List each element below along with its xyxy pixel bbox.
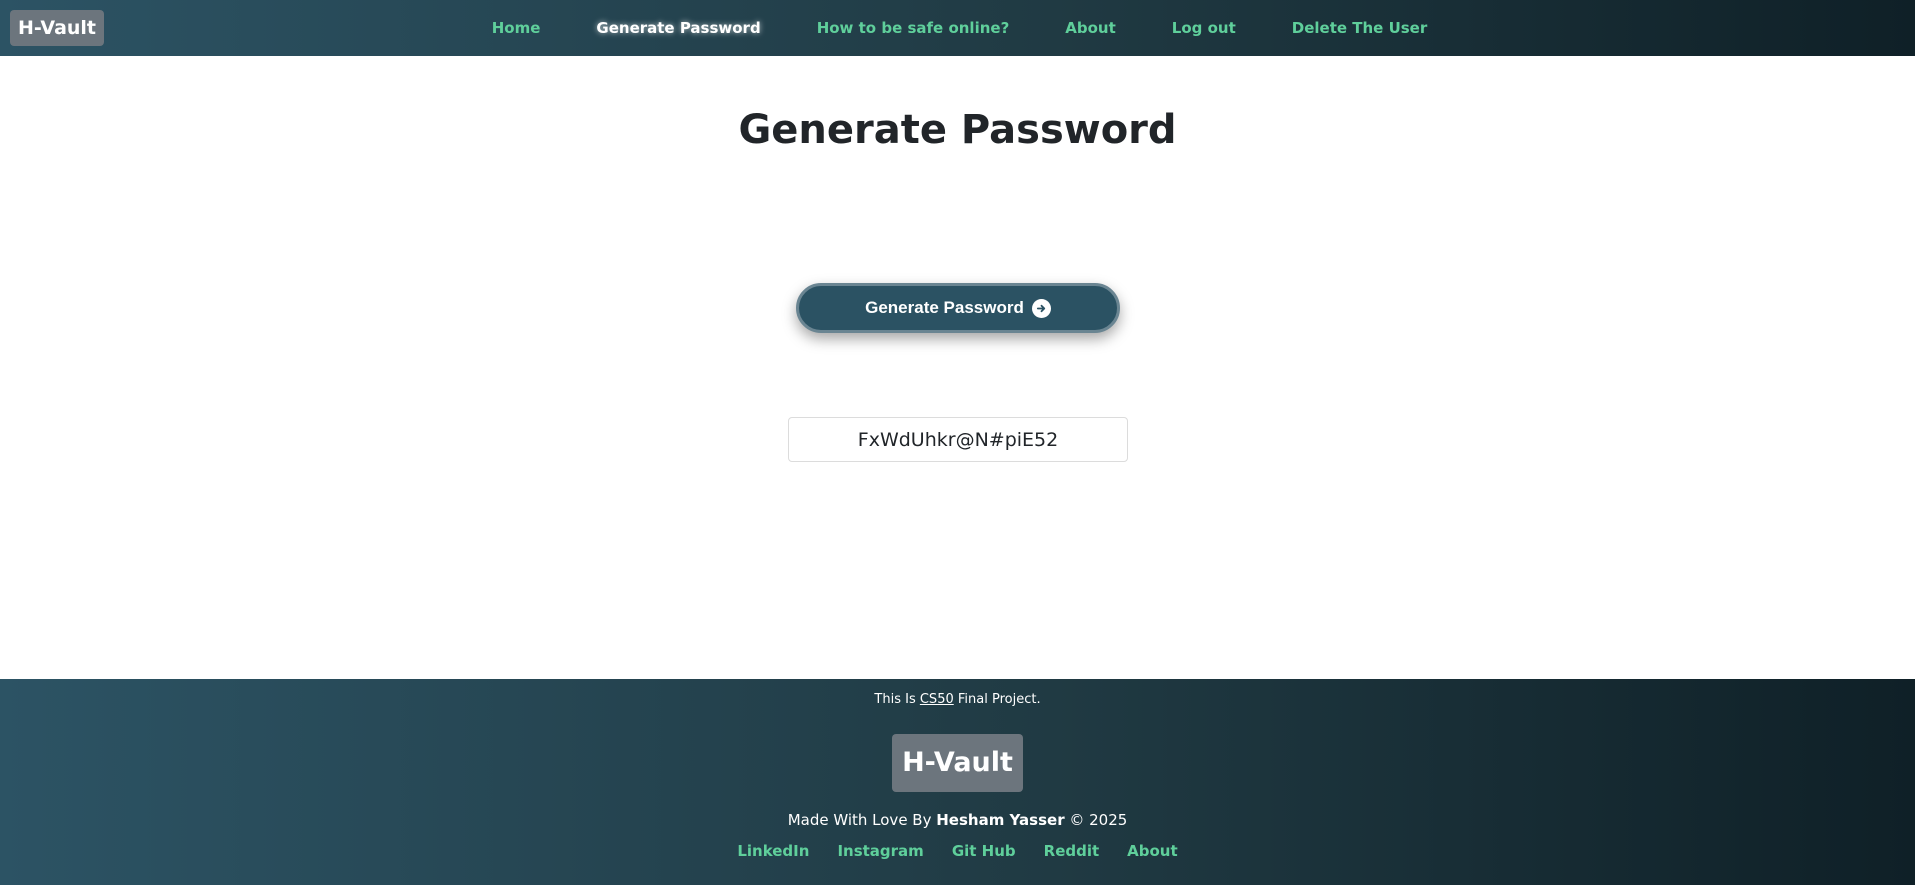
footer-credit-suffix: © 2025	[1064, 811, 1128, 829]
footer: This Is CS50 Final Project. H-Vault Made…	[0, 679, 1915, 885]
top-navbar: H-Vault Home Generate Password How to be…	[0, 0, 1915, 56]
footer-credit-name: Hesham Yasser	[936, 811, 1065, 829]
footer-link-instagram[interactable]: Instagram	[837, 842, 923, 860]
nav-item-home[interactable]: Home	[492, 19, 541, 37]
cs50-link[interactable]: CS50	[920, 692, 954, 707]
footer-credit-prefix: Made With Love By	[787, 811, 937, 829]
footer-note: This Is CS50 Final Project.	[0, 690, 1915, 710]
nav-item-about[interactable]: About	[1065, 19, 1116, 37]
nav-item-generate-password[interactable]: Generate Password	[596, 19, 760, 37]
nav-item-delete-user[interactable]: Delete The User	[1292, 19, 1428, 37]
generate-password-button[interactable]: Generate Password	[796, 283, 1120, 333]
footer-note-suffix: Final Project.	[953, 692, 1041, 707]
footer-note-prefix: This Is	[874, 692, 920, 707]
footer-link-reddit[interactable]: Reddit	[1044, 842, 1100, 860]
nav-links: Home Generate Password How to be safe on…	[0, 0, 1915, 56]
footer-credit: Made With Love By Hesham Yasser © 2025	[0, 809, 1915, 831]
page-title: Generate Password	[738, 107, 1177, 153]
footer-links: LinkedIn Instagram Git Hub Reddit About	[0, 842, 1915, 860]
nav-item-safe-online[interactable]: How to be safe online?	[817, 19, 1010, 37]
arrow-right-circle-icon	[1031, 298, 1051, 318]
footer-brand-logo: H-Vault	[892, 734, 1023, 792]
nav-item-log-out[interactable]: Log out	[1172, 19, 1236, 37]
generate-password-button-label: Generate Password	[865, 298, 1024, 317]
footer-link-github[interactable]: Git Hub	[952, 842, 1016, 860]
footer-link-about[interactable]: About	[1127, 842, 1178, 860]
footer-link-linkedin[interactable]: LinkedIn	[737, 842, 809, 860]
generated-password-field[interactable]	[788, 417, 1128, 462]
